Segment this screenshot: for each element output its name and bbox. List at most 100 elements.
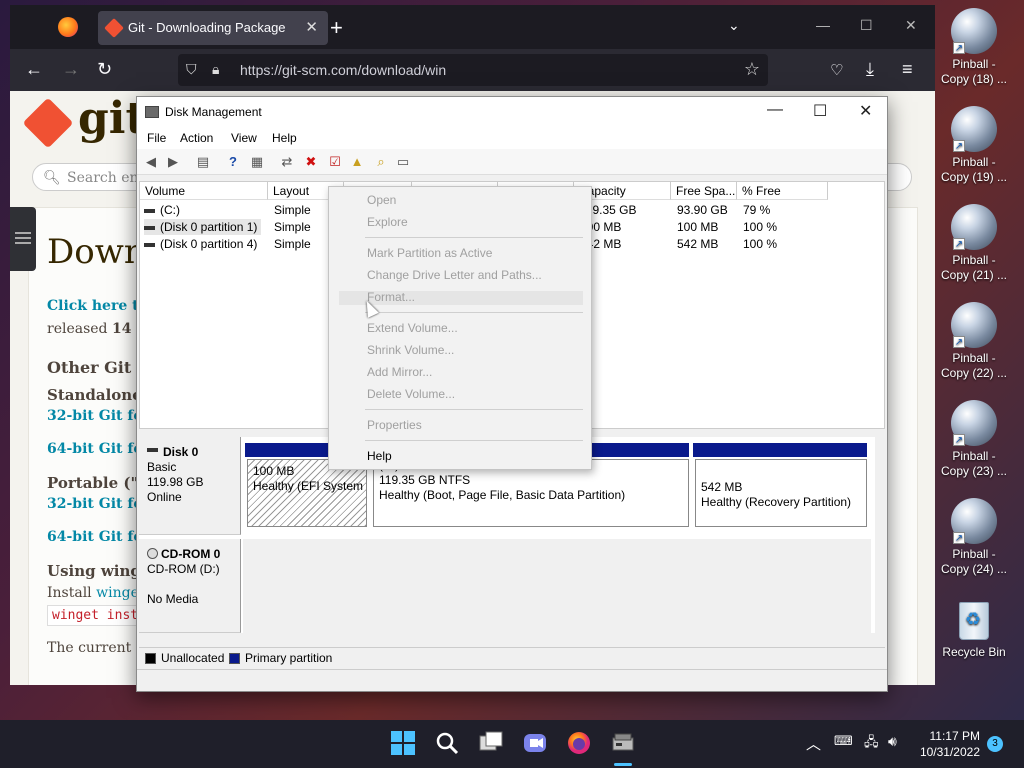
menu-item-add-mirror[interactable]: Add Mirror... <box>367 365 432 379</box>
dm-minimize-button[interactable]: — <box>767 101 783 119</box>
menu-item-mark-active[interactable]: Mark Partition as Active <box>367 246 492 260</box>
pocket-icon[interactable]: ♡ <box>830 61 843 79</box>
dm-titlebar: Disk Management — ☐ ✕ <box>137 97 887 127</box>
show-hide-tree-icon[interactable]: ▤ <box>195 154 211 170</box>
console-icon[interactable]: ▭ <box>395 154 411 170</box>
task-view-icon[interactable] <box>478 730 506 758</box>
close-tab-icon[interactable]: ✕ <box>305 18 318 36</box>
menu-icon[interactable]: ≡ <box>902 59 913 80</box>
disk-management-taskbar-icon[interactable] <box>610 730 638 758</box>
desktop-icon-label: Pinball - Copy (21) ... <box>940 253 1008 282</box>
url-bar[interactable]: ⛉ 🔒︎ https://git-scm.com/download/win ☆ <box>178 54 768 86</box>
menu-item-extend-volume[interactable]: Extend Volume... <box>367 321 458 335</box>
sidebar-toggle-button[interactable] <box>10 207 36 271</box>
check-icon[interactable]: ☑ <box>327 154 343 170</box>
volume-label: (Disk 0 partition 4) <box>160 237 258 251</box>
notification-badge[interactable]: 3 <box>987 736 1003 752</box>
volume-icon <box>144 208 155 213</box>
network-icon[interactable]: 🖧︎ <box>864 733 879 755</box>
firefox-taskbar-icon[interactable] <box>566 730 594 758</box>
desktop-icon-pinball-19[interactable]: ↗ Pinball - Copy (19) ... <box>938 106 1010 185</box>
firefox-icon[interactable] <box>58 17 78 37</box>
menu-help[interactable]: Help <box>272 131 297 145</box>
volume-icon <box>144 242 155 247</box>
menu-item-shrink-volume[interactable]: Shrink Volume... <box>367 343 454 357</box>
new-tab-button[interactable]: + <box>330 15 343 41</box>
desktop-icon-label: Pinball - Copy (19) ... <box>940 155 1008 184</box>
cdrom-name: CD-ROM 0 <box>161 547 221 561</box>
menu-item-delete-volume[interactable]: Delete Volume... <box>367 387 455 401</box>
menu-separator <box>365 409 583 410</box>
tracking-shield-icon[interactable]: ⛉ <box>186 61 197 78</box>
close-window-button[interactable]: ✕ <box>905 17 917 34</box>
menu-action[interactable]: Action <box>180 131 213 145</box>
downloads-icon[interactable]: ⤓ <box>866 59 874 80</box>
active-app-indicator <box>614 763 632 766</box>
disk0-info[interactable]: Disk 0 Basic 119.98 GB Online <box>139 437 241 535</box>
partition-size: 542 MB <box>701 480 743 494</box>
menu-item-open[interactable]: Open <box>367 193 396 207</box>
desktop-icon-pinball-18[interactable]: ↗ Pinball - Copy (18) ... <box>938 8 1010 87</box>
dm-close-button[interactable]: ✕ <box>859 101 872 121</box>
menu-item-properties[interactable]: Properties <box>367 418 422 432</box>
volume-icon[interactable]: 🔊︎ <box>888 733 897 750</box>
search-folder-icon[interactable]: ⌕ <box>373 154 389 170</box>
menu-item-explore[interactable]: Explore <box>367 215 408 229</box>
forward-icon[interactable]: → <box>62 59 80 80</box>
show-hidden-icons-chevron-icon[interactable]: ︿ <box>806 733 821 754</box>
clock-time: 11:17 PM <box>929 729 980 743</box>
back-arrow-icon[interactable]: ◀ <box>143 154 159 170</box>
search-icon[interactable] <box>434 730 462 758</box>
clock[interactable]: 11:17 PM 10/31/2022 <box>920 728 980 760</box>
desktop-icon-label: Pinball - Copy (24) ... <box>940 547 1008 576</box>
connect-icon[interactable]: ⇄ <box>279 154 295 170</box>
minimize-button[interactable]: — <box>816 17 830 33</box>
desktop-icon-recycle-bin[interactable]: ♻ Recycle Bin <box>938 596 1010 660</box>
col-pct-free[interactable]: % Free <box>737 182 828 200</box>
menu-file[interactable]: File <box>147 131 166 145</box>
volume-layout: Simple <box>274 220 311 234</box>
menu-item-help[interactable]: Help <box>367 449 392 463</box>
start-windows-icon[interactable] <box>390 730 418 758</box>
desktop-icon-label: Recycle Bin <box>942 645 1006 659</box>
partition-status: Healthy (EFI System P <box>253 479 367 493</box>
dm-maximize-button[interactable]: ☐ <box>813 101 827 121</box>
desktop-icon-pinball-24[interactable]: ↗ Pinball - Copy (24) ... <box>938 498 1010 577</box>
taskbar: ︿ ⌨ 🖧︎ 🔊︎ 11:17 PM 10/31/2022 3 <box>0 720 1024 768</box>
desktop-icon-pinball-23[interactable]: ↗ Pinball - Copy (23) ... <box>938 400 1010 479</box>
recycle-bin-icon: ♻ <box>953 596 995 642</box>
disk-icon <box>147 448 158 452</box>
disk-management-icon <box>145 106 159 118</box>
released-label: released <box>47 321 108 337</box>
desktop-icon-pinball-21[interactable]: ↗ Pinball - Copy (21) ... <box>938 204 1010 283</box>
menu-item-change-drive-letter[interactable]: Change Drive Letter and Paths... <box>367 268 542 282</box>
lock-icon[interactable]: 🔒︎ <box>212 61 219 78</box>
volume-free: 542 MB <box>677 237 719 251</box>
cdrom0-info[interactable]: CD-ROM 0 CD-ROM (D:) No Media <box>139 539 241 633</box>
help-icon[interactable]: ? <box>225 154 241 170</box>
desktop-icon-pinball-22[interactable]: ↗ Pinball - Copy (22) ... <box>938 302 1010 381</box>
folder-up-icon[interactable]: ▲ <box>349 154 365 170</box>
col-volume[interactable]: Volume <box>140 182 268 200</box>
col-free-space[interactable]: Free Spa... <box>671 182 737 200</box>
maximize-button[interactable]: ☐ <box>860 17 873 34</box>
properties-icon[interactable]: ▦ <box>249 154 265 170</box>
git-logo-icon[interactable] <box>22 97 74 149</box>
partition-recovery[interactable]: 542 MB Healthy (Recovery Partition) <box>695 459 867 527</box>
search-icon: 🔍︎ <box>43 169 61 185</box>
dm-menubar: File Action View Help <box>137 127 887 149</box>
forward-arrow-icon[interactable]: ▶ <box>165 154 181 170</box>
menu-view[interactable]: View <box>231 131 257 145</box>
legend-unallocated: Unallocated <box>161 651 225 665</box>
delete-icon[interactable]: ✖ <box>303 154 319 170</box>
tab-git-download[interactable]: Git - Downloading Package ✕ <box>98 11 328 45</box>
teams-chat-icon[interactable] <box>522 730 550 758</box>
reload-icon[interactable]: ↻ <box>97 59 112 80</box>
tab-strip: Git - Downloading Package ✕ + ⌄ — ☐ ✕ <box>10 5 935 49</box>
list-all-tabs-icon[interactable]: ⌄ <box>728 17 740 34</box>
volume-label: (C:) <box>160 203 180 217</box>
clock-date: 10/31/2022 <box>919 745 980 759</box>
keyboard-icon[interactable]: ⌨ <box>834 733 853 749</box>
bookmark-star-icon[interactable]: ☆ <box>744 59 760 80</box>
back-icon[interactable]: ← <box>25 59 43 80</box>
